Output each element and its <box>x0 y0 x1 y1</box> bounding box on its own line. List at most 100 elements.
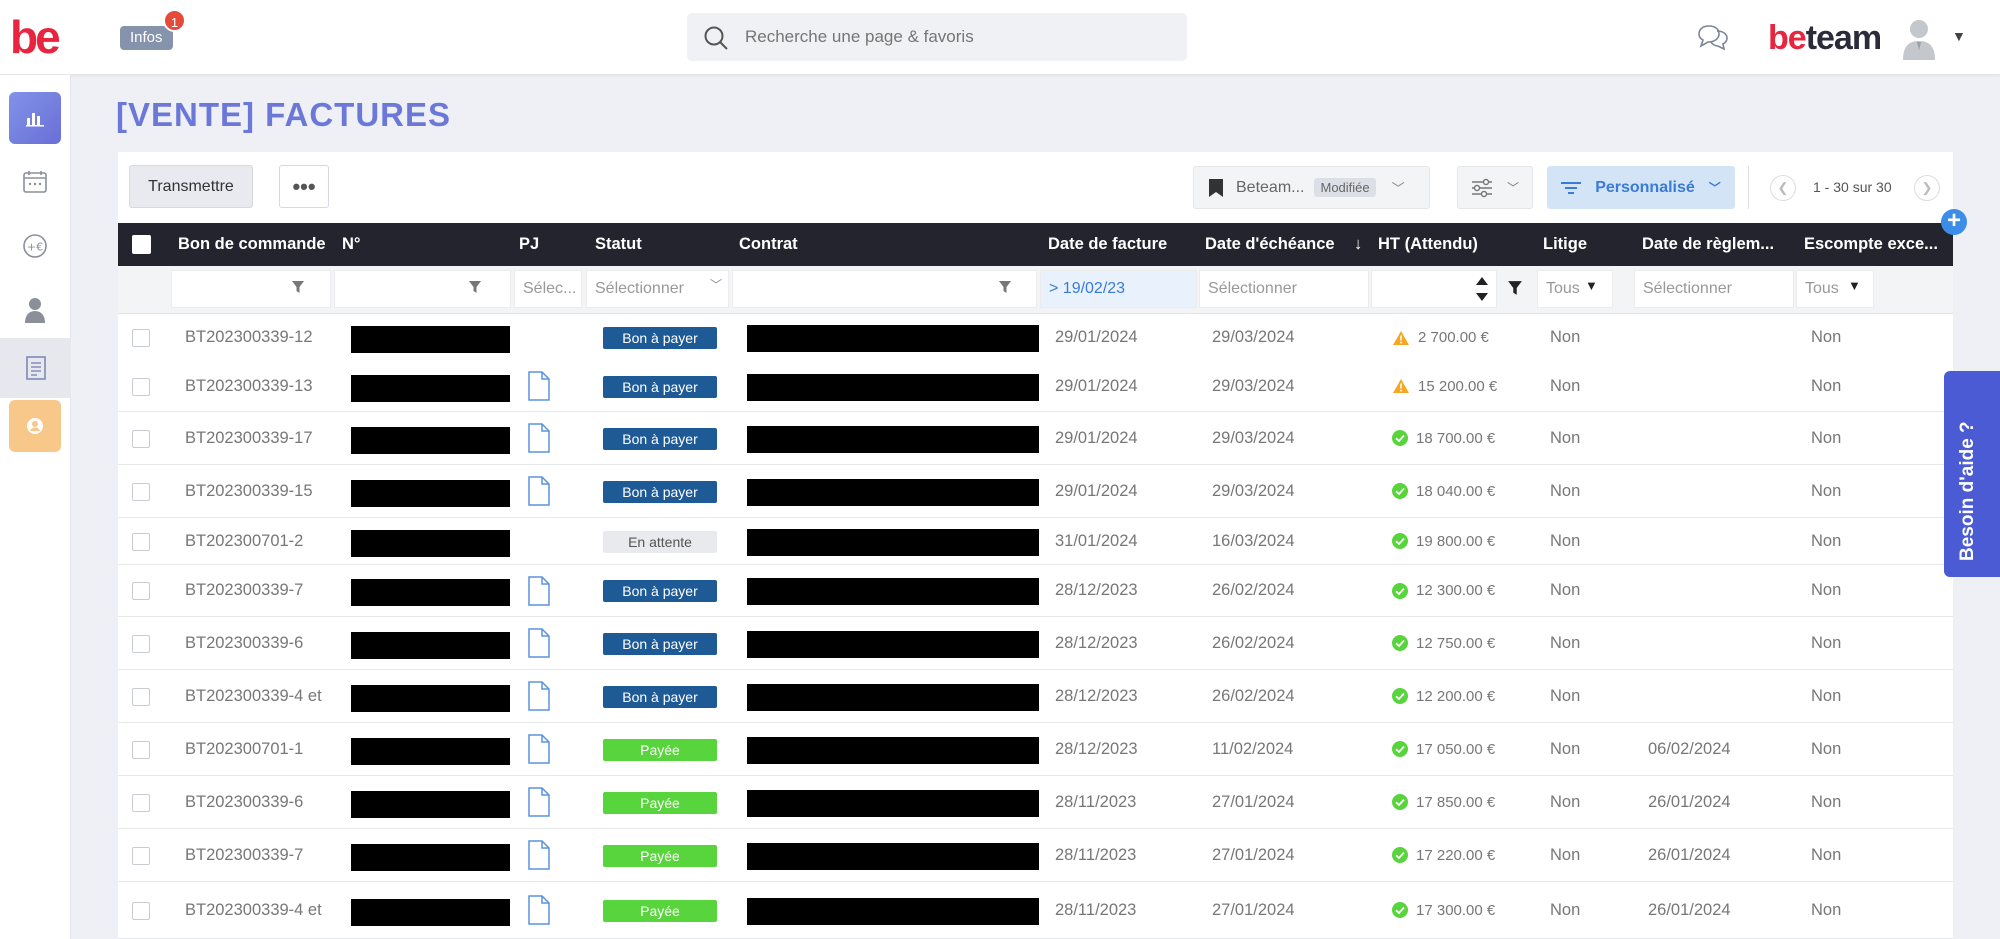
row-checkbox[interactable] <box>132 429 150 448</box>
column-header-date-reglement[interactable]: Date de règlem... <box>1642 223 1787 266</box>
cell-bon-de-commande[interactable]: BT202300339-6 <box>185 776 303 828</box>
select-all-checkbox[interactable] <box>132 235 151 254</box>
attachment-file-icon[interactable] <box>527 575 551 606</box>
column-settings-button[interactable]: ﹀ <box>1457 166 1533 209</box>
column-header-pj[interactable]: PJ <box>519 223 559 266</box>
number-stepper-icon[interactable] <box>1475 274 1489 304</box>
row-checkbox[interactable] <box>132 582 150 600</box>
column-header-escompte[interactable]: Escompte exce... <box>1804 223 1949 266</box>
filter-funnel-icon[interactable] <box>1507 280 1523 296</box>
column-header-bon-de-commande[interactable]: Bon de commande <box>178 223 328 266</box>
sort-desc-icon[interactable]: ↓ <box>1354 223 1368 266</box>
attachment-file-icon[interactable] <box>527 423 551 453</box>
sidebar-item-invoices[interactable] <box>0 338 71 398</box>
sidebar-item-users[interactable] <box>9 284 61 336</box>
cell-bon-de-commande[interactable]: BT202300701-2 <box>185 518 303 564</box>
cell-bon-de-commande[interactable]: BT202300339-4 et <box>185 882 322 938</box>
attachment-file-icon[interactable] <box>527 476 551 506</box>
sidebar-item-profile[interactable] <box>9 400 61 452</box>
column-header-ht-attendu[interactable]: HT (Attendu) <box>1378 223 1498 266</box>
cell-pj[interactable] <box>527 361 551 411</box>
cell-bon-de-commande[interactable]: BT202300339-15 <box>185 465 313 517</box>
attachment-file-icon[interactable] <box>527 628 551 658</box>
filter-funnel-icon[interactable] <box>998 280 1012 294</box>
table-row[interactable]: BT202300339-17 Bon à payer 29/01/2024 29/03… <box>118 412 1953 465</box>
row-checkbox[interactable] <box>132 482 150 501</box>
cell-bon-de-commande[interactable]: BT202300339-13 <box>185 361 313 411</box>
column-header-statut[interactable]: Statut <box>595 223 675 266</box>
user-menu-chevron-icon[interactable]: ▼ <box>1952 28 1966 44</box>
filter-date-echeance[interactable]: Sélectionner <box>1199 270 1369 308</box>
table-row[interactable]: BT202300339-13 Bon à payer 29/01/2024 29/03… <box>118 361 1953 412</box>
sidebar-item-dashboard[interactable] <box>9 92 61 144</box>
filter-escompte-select[interactable]: Tous <box>1796 270 1874 308</box>
attachment-file-icon[interactable] <box>527 371 551 401</box>
sidebar-item-calendar[interactable] <box>9 156 61 208</box>
row-checkbox[interactable] <box>132 846 150 865</box>
cell-bon-de-commande[interactable]: BT202300339-6 <box>185 617 303 669</box>
filter-pj-select[interactable]: Sélec... <box>514 270 582 308</box>
next-page-button[interactable]: ❯ <box>1914 175 1940 201</box>
cell-bon-de-commande[interactable]: BT202300701-1 <box>185 723 303 775</box>
table-row[interactable]: BT202300339-4 et Payée 28/11/2023 27/01/202… <box>118 882 1953 939</box>
table-row[interactable]: BT202300701-2 En attente 31/01/2024 16/03/2… <box>118 518 1953 565</box>
filter-bon-de-commande[interactable] <box>171 270 331 308</box>
filter-funnel-icon[interactable] <box>468 280 482 294</box>
column-header-date-facture[interactable]: Date de facture <box>1048 223 1188 266</box>
table-row[interactable]: BT202300339-7 Payée 28/11/2023 27/01/2024 17… <box>118 829 1953 882</box>
attachment-file-icon[interactable] <box>527 787 551 817</box>
cell-pj[interactable] <box>527 882 551 938</box>
chat-icon[interactable] <box>1697 22 1729 52</box>
row-checkbox[interactable] <box>132 901 150 920</box>
table-row[interactable]: BT202300339-12 Bon à payer 29/01/2024 29/03… <box>118 314 1953 362</box>
previous-page-button[interactable]: ❮ <box>1770 175 1796 201</box>
filter-date-reglement[interactable]: Sélectionner <box>1634 270 1794 308</box>
cell-pj[interactable] <box>527 412 551 464</box>
row-checkbox[interactable] <box>132 687 150 706</box>
transmettre-button[interactable]: Transmettre <box>129 165 253 208</box>
row-checkbox[interactable] <box>132 634 150 653</box>
row-checkbox[interactable] <box>132 329 150 347</box>
attachment-file-icon[interactable] <box>527 734 551 764</box>
filter-mode-button[interactable]: Personnalisé ﹀ <box>1547 166 1735 209</box>
row-checkbox[interactable] <box>132 793 150 812</box>
table-row[interactable]: BT202300339-6 Payée 28/11/2023 27/01/2024 17… <box>118 776 1953 829</box>
cell-pj[interactable] <box>527 829 551 881</box>
row-checkbox[interactable] <box>132 740 150 759</box>
table-row[interactable]: BT202300339-15 Bon à payer 29/01/2024 29/03… <box>118 465 1953 518</box>
search-bar[interactable] <box>687 13 1187 61</box>
cell-pj[interactable] <box>527 617 551 669</box>
filter-statut-select[interactable]: Sélectionner <box>586 270 729 308</box>
cell-pj[interactable] <box>527 670 551 722</box>
column-header-date-echeance[interactable]: Date d'échéance <box>1205 223 1345 266</box>
row-checkbox[interactable] <box>132 532 150 551</box>
avatar-icon[interactable] <box>1899 16 1939 60</box>
add-column-button[interactable]: + <box>1941 209 1967 235</box>
cell-pj[interactable] <box>527 465 551 517</box>
table-row[interactable]: BT202300339-4 et Bon à payer 28/12/2023 26/… <box>118 670 1953 723</box>
table-row[interactable]: BT202300339-7 Bon à payer 28/12/2023 26/02/… <box>118 565 1953 617</box>
table-row[interactable]: BT202300701-1 Payée 28/12/2023 11/02/2024 17… <box>118 723 1953 776</box>
cell-bon-de-commande[interactable]: BT202300339-12 <box>185 314 313 361</box>
cell-pj[interactable] <box>527 565 551 616</box>
cell-pj[interactable] <box>527 776 551 828</box>
cell-bon-de-commande[interactable]: BT202300339-7 <box>185 829 303 881</box>
search-input[interactable] <box>745 13 1165 61</box>
filter-numero[interactable] <box>334 270 511 308</box>
column-header-contrat[interactable]: Contrat <box>739 223 839 266</box>
cell-pj[interactable] <box>527 723 551 775</box>
row-checkbox[interactable] <box>132 377 150 396</box>
view-selector[interactable]: Beteam... Modifiée ﹀ <box>1193 166 1430 209</box>
attachment-file-icon[interactable] <box>527 681 551 711</box>
more-actions-button[interactable]: ••• <box>279 165 329 208</box>
infos-button[interactable]: Infos <box>120 26 173 50</box>
sidebar-item-sales[interactable]: +€ <box>9 220 61 272</box>
filter-date-facture[interactable]: > 19/02/23 <box>1040 270 1197 308</box>
help-tab[interactable]: Besoin d'aide ? <box>1944 371 2000 577</box>
cell-bon-de-commande[interactable]: BT202300339-4 et <box>185 670 322 722</box>
attachment-file-icon[interactable] <box>527 840 551 870</box>
filter-contrat[interactable] <box>732 270 1037 308</box>
column-header-numero[interactable]: N° <box>342 223 422 266</box>
cell-bon-de-commande[interactable]: BT202300339-7 <box>185 565 303 616</box>
cell-bon-de-commande[interactable]: BT202300339-17 <box>185 412 313 464</box>
